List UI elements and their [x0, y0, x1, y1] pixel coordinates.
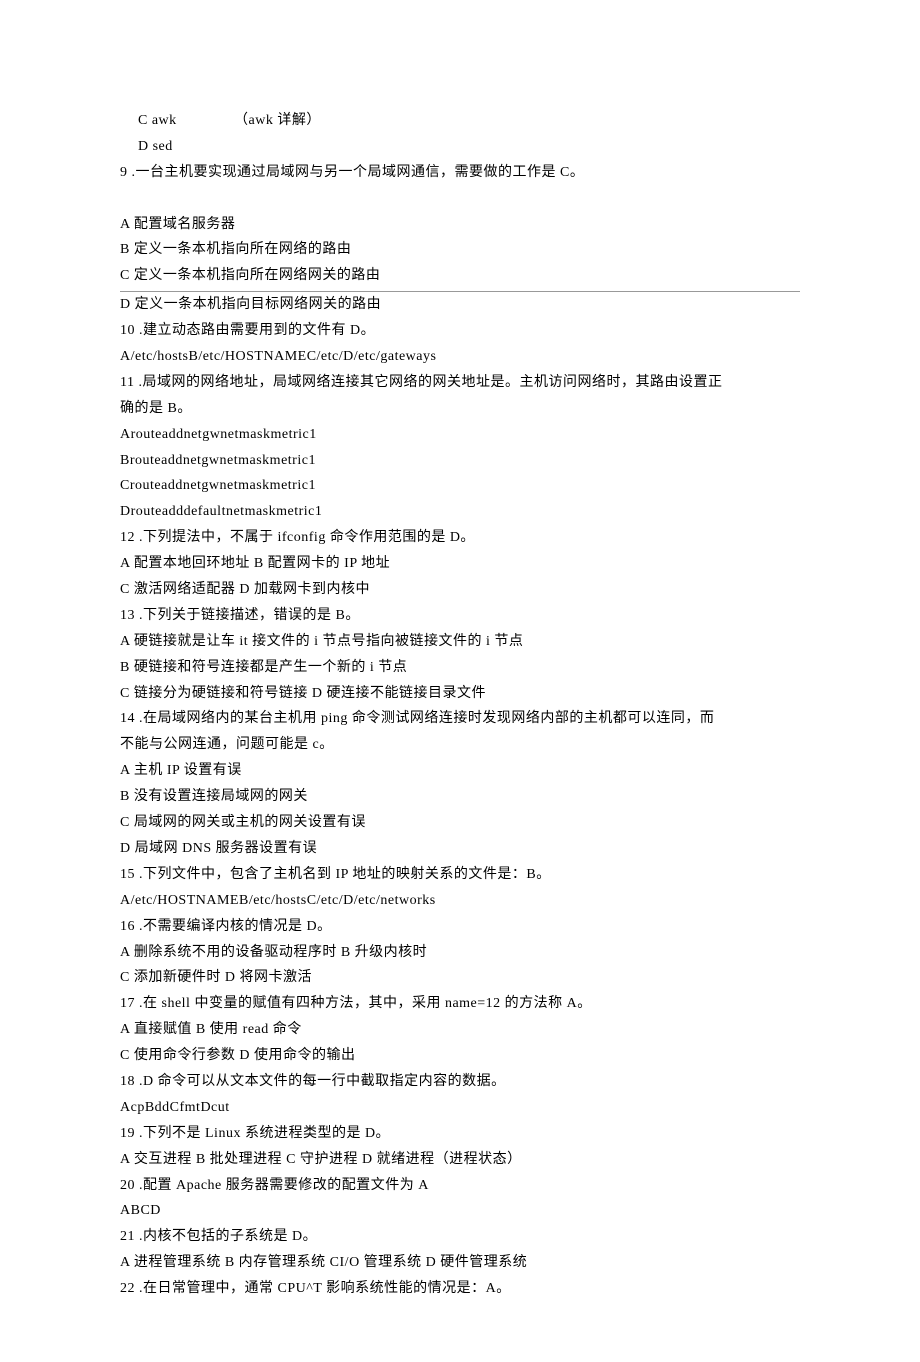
text-line: AcpBddCfmtDcut [120, 1095, 800, 1121]
text-line: A 交互进程 B 批处理进程 C 守护进程 D 就绪进程（进程状态） [120, 1147, 800, 1173]
text-line: B 没有设置连接局域网的网关 [120, 784, 800, 810]
text-line: 15 .下列文件中，包含了主机名到 IP 地址的映射关系的文件是：B。 [120, 862, 800, 888]
text-line: 19 .下列不是 Linux 系统进程类型的是 D。 [120, 1121, 800, 1147]
text-line: D sed [120, 134, 800, 160]
text-line: 9 .一台主机要实现通过局域网与另一个局域网通信，需要做的工作是 C。 [120, 160, 800, 186]
text-line: 18 .D 命令可以从文本文件的每一行中截取指定内容的数据。 [120, 1069, 800, 1095]
text-line: A 主机 IP 设置有误 [120, 758, 800, 784]
text-line: 12 .下列提法中，不属于 ifconfig 命令作用范围的是 D。 [120, 525, 800, 551]
text-line: D 定义一条本机指向目标网络网关的路由 [120, 292, 800, 318]
text-line: A 配置本地回环地址 B 配置网卡的 IP 地址 [120, 551, 800, 577]
text-line: C 定义一条本机指向所在网络网关的路由 [120, 263, 800, 292]
text-line: 确的是 B。 [120, 396, 800, 422]
text-line: C 链接分为硬链接和符号链接 D 硬连接不能链接目录文件 [120, 681, 800, 707]
text-line: Arouteaddnetgwnetmaskmetric1 [120, 422, 800, 448]
document-body: C awk（awk 详解）D sed9 .一台主机要实现通过局域网与另一个局域网… [120, 108, 800, 1302]
text-line: A/etc/HOSTNAMEB/etc/hostsC/etc/D/etc/net… [120, 888, 800, 914]
text-line: 22 .在日常管理中，通常 CPU^T 影响系统性能的情况是：A。 [120, 1276, 800, 1302]
document-page: C awk（awk 详解）D sed9 .一台主机要实现通过局域网与另一个局域网… [0, 0, 920, 1362]
text-line: A 进程管理系统 B 内存管理系统 CI/O 管理系统 D 硬件管理系统 [120, 1250, 800, 1276]
text-line: 13 .下列关于链接描述，错误的是 B。 [120, 603, 800, 629]
text-line: A 硬链接就是让车 it 接文件的 i 节点号指向被链接文件的 i 节点 [120, 629, 800, 655]
text-line: A 删除系统不用的设备驱动程序时 B 升级内核时 [120, 940, 800, 966]
text-line: B 定义一条本机指向所在网络的路由 [120, 237, 800, 263]
text-line: 不能与公网连通，问题可能是 c。 [120, 732, 800, 758]
text-line: D 局域网 DNS 服务器设置有误 [120, 836, 800, 862]
text-line: C 激活网络适配器 D 加载网卡到内核中 [120, 577, 800, 603]
text-line: Drouteadddefaultnetmaskmetric1 [120, 499, 800, 525]
text-line: ABCD [120, 1198, 800, 1224]
text-line: B 硬链接和符号连接都是产生一个新的 i 节点 [120, 655, 800, 681]
text-line [120, 186, 800, 212]
text-line: 10 .建立动态路由需要用到的文件有 D。 [120, 318, 800, 344]
text-line: 16 .不需要编译内核的情况是 D。 [120, 914, 800, 940]
text-line: 11 .局域网的网络地址，局域网络连接其它网络的网关地址是。主机访问网络时，其路… [120, 370, 800, 396]
text-line: A 直接赋值 B 使用 read 命令 [120, 1017, 800, 1043]
text-line: A 配置域名服务器 [120, 212, 800, 238]
text-line: 20 .配置 Apache 服务器需要修改的配置文件为 A [120, 1173, 800, 1199]
text-line: 14 .在局域网络内的某台主机用 ping 命令测试网络连接时发现网络内部的主机… [120, 706, 800, 732]
text-line: C awk（awk 详解） [120, 108, 800, 134]
text-line: Brouteaddnetgwnetmaskmetric1 [120, 448, 800, 474]
text-line: 17 .在 shell 中变量的赋值有四种方法，其中，采用 name=12 的方… [120, 991, 800, 1017]
text-line: Crouteaddnetgwnetmaskmetric1 [120, 473, 800, 499]
text-line: A/etc/hostsB/etc/HOSTNAMEC/etc/D/etc/gat… [120, 344, 800, 370]
text-line: C 局域网的网关或主机的网关设置有误 [120, 810, 800, 836]
text-line: 21 .内核不包括的子系统是 D。 [120, 1224, 800, 1250]
text-line: C 使用命令行参数 D 使用命令的输出 [120, 1043, 800, 1069]
text-line: C 添加新硬件时 D 将网卡激活 [120, 965, 800, 991]
